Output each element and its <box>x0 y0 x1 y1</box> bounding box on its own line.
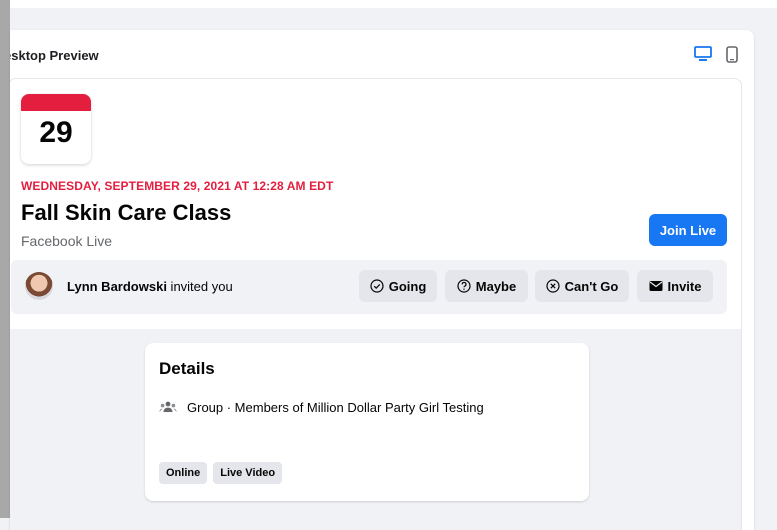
check-circle-icon <box>370 279 384 293</box>
tag-live-video: Live Video <box>213 462 283 484</box>
maybe-button[interactable]: Maybe <box>445 270 528 302</box>
invite-message: invited you <box>166 279 233 294</box>
calendar-date-tile: 29 <box>21 94 91 164</box>
event-header: 29 WEDNESDAY, SEPTEMBER 29, 2021 AT 12:2… <box>10 79 741 329</box>
cant-go-button[interactable]: Can't Go <box>535 270 629 302</box>
question-circle-icon <box>457 279 471 293</box>
avatar[interactable] <box>25 272 53 300</box>
invite-label: Invite <box>667 278 702 294</box>
preview-panel: esktop Preview 29 WEDNESDAY, SEPTEMBER 2… <box>10 30 754 530</box>
inviter-name[interactable]: Lynn Bardowski <box>67 279 167 294</box>
event-date: WEDNESDAY, SEPTEMBER 29, 2021 AT 12:28 A… <box>21 179 334 193</box>
event-body: Details Group · Members of Million Dolla… <box>10 329 741 530</box>
top-bar <box>10 0 777 8</box>
preview-header: esktop Preview <box>10 30 754 76</box>
preview-title: esktop Preview <box>10 48 99 63</box>
event-title: Fall Skin Care Class <box>21 200 232 225</box>
invite-text: Lynn Bardowski invited you <box>67 279 233 294</box>
event-subtitle: Facebook Live <box>21 233 113 249</box>
mobile-phone-icon[interactable] <box>724 43 740 65</box>
event-day: 29 <box>39 116 73 149</box>
maybe-label: Maybe <box>475 278 517 294</box>
invite-bar: Lynn Bardowski invited you Going Maybe C… <box>11 260 727 314</box>
group-icon <box>159 400 177 414</box>
x-circle-icon <box>546 279 560 293</box>
group-text[interactable]: Group · Members of Million Dollar Party … <box>187 400 484 415</box>
event-preview: 29 WEDNESDAY, SEPTEMBER 29, 2021 AT 12:2… <box>10 78 742 530</box>
group-info: Group · Members of Million Dollar Party … <box>159 398 484 416</box>
cant-go-label: Can't Go <box>564 278 619 294</box>
scrollbar[interactable] <box>0 0 10 518</box>
invite-button[interactable]: Invite <box>637 270 713 302</box>
details-card: Details Group · Members of Million Dolla… <box>145 343 589 501</box>
event-tags: Online Live Video <box>159 462 283 484</box>
tag-online: Online <box>159 462 208 484</box>
going-button[interactable]: Going <box>359 270 437 302</box>
envelope-icon <box>649 280 663 292</box>
calendar-band <box>21 94 91 111</box>
going-label: Going <box>388 278 427 294</box>
join-live-button[interactable]: Join Live <box>649 214 727 246</box>
desktop-icon[interactable] <box>692 43 714 65</box>
details-title: Details <box>159 359 215 378</box>
